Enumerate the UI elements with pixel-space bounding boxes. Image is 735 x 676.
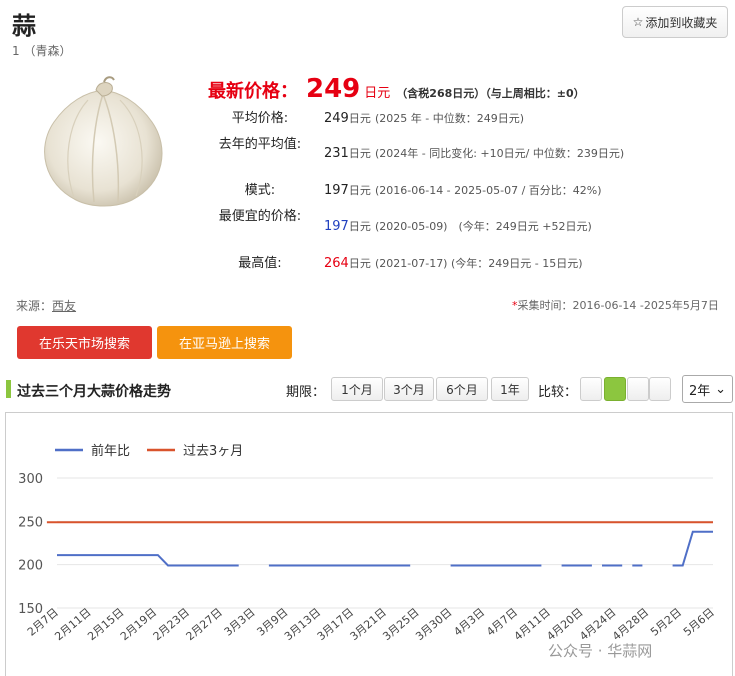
y-tick-label: 300 [18,472,43,487]
range-select[interactable]: 2年 ⌄ [682,375,733,403]
compare-toggle-2[interactable] [604,377,626,401]
source-link[interactable]: 西友 [52,299,76,313]
latest-price-unit: 日元 [364,86,391,101]
x-tick-label: 4月24日 [577,606,618,644]
lowest-price-value: 197日元 (2020-05-09) (今年：249日元 +52日元) [324,219,592,234]
x-tick-label: 4月3日 [451,606,487,639]
mode-label: 模式: [244,183,276,198]
product-subtitle: 1 （青森） [12,44,72,58]
avg-price-value: 249日元 (2025 年 - 中位数：249日元) [324,111,524,126]
collection-period: *采集时间：2016-06-14 -2025年5月7日 [512,299,719,312]
highest-price-label: 最高值: [238,256,282,271]
search-rakuten-button[interactable]: 在乐天市场搜索 [17,326,152,359]
x-tick-label: 3月21日 [348,606,389,644]
chevron-down-icon: ⌄ [715,381,726,397]
x-tick-label: 5月2日 [648,606,684,639]
add-to-favorites-label: 添加到收藏夹 [645,15,718,30]
price-trend-chart: 1502002503002月7日2月11日2月15日2月19日2月23日2月27… [18,443,717,644]
x-tick-label: 4月28日 [610,606,651,644]
x-tick-label: 3月25日 [380,606,421,644]
mode-value: 197日元 (2016-06-14 - 2025-05-07 / 百分比：42%… [324,183,602,198]
period-1-month-button[interactable]: 1个月 [331,377,383,401]
x-tick-label: 3月30日 [413,606,454,644]
series-prev-line [57,554,239,567]
lowest-price-label: 最便宜的价格: [218,209,302,224]
watermark: 公众号 · 华蒜网 [548,642,653,660]
add-to-favorites-button[interactable]: ☆ 添加到收藏夹 [622,6,728,38]
latest-price-label: 最新价格： [208,81,298,102]
source: 来源：西友 [16,299,77,313]
x-tick-label: 5月6日 [681,606,717,639]
x-tick-label: 4月11日 [512,606,553,644]
last-year-avg-label: 去年的平均值: [218,137,302,152]
y-tick-label: 200 [18,559,43,574]
garlic-image [44,76,163,207]
x-tick-label: 2月15日 [85,606,126,644]
y-tick-label: 250 [18,515,43,530]
avg-price-label: 平均价格: [231,111,289,126]
last-year-avg-value: 231日元 (2024年 - 同比变化: +10日元/ 中位数：239日元) [324,146,625,161]
legend-label: 前年比 [91,443,130,459]
x-tick-label: 3月3日 [222,606,258,639]
x-tick-label: 2月27日 [184,606,225,644]
y-tick-label: 150 [18,602,43,617]
highest-price-value: 264日元 (2021-07-17) (今年：249日元 - 15日元) [324,256,583,271]
series-prev-line [672,530,713,567]
search-amazon-button[interactable]: 在亚马逊上搜索 [157,326,292,359]
period-label: 期限： [286,385,326,400]
x-tick-label: 2月11日 [52,606,93,644]
period-3-month-button[interactable]: 3个月 [384,377,434,401]
compare-toggle-1[interactable] [580,377,602,401]
latest-price-value: 249 [306,74,361,104]
legend-label: 过去3ヶ月 [183,444,243,459]
x-tick-label: 4月20日 [544,606,585,644]
period-6-month-button[interactable]: 6个月 [436,377,488,401]
latest-price: 最新价格： 249 日元 （含税268日元）（与上周相比：±0） [208,74,585,104]
section-title: 过去三个月大蒜价格走势 [17,384,171,400]
range-select-value: 2年 [689,383,711,399]
compare-toggle-3[interactable] [627,377,649,401]
x-tick-label: 3月13日 [282,606,323,644]
x-tick-label: 2月23日 [151,606,192,644]
x-tick-label: 3月17日 [315,606,356,644]
x-tick-label: 2月19日 [118,606,159,644]
latest-price-note: （含税268日元）（与上周相比：±0） [396,87,585,100]
section-accent-bar [6,380,11,398]
compare-label: 比较： [538,385,578,400]
compare-toggle-4[interactable] [649,377,671,401]
product-title: 蒜 [12,12,36,40]
period-1-year-button[interactable]: 1年 [491,377,529,401]
star-icon: ☆ [632,15,644,29]
